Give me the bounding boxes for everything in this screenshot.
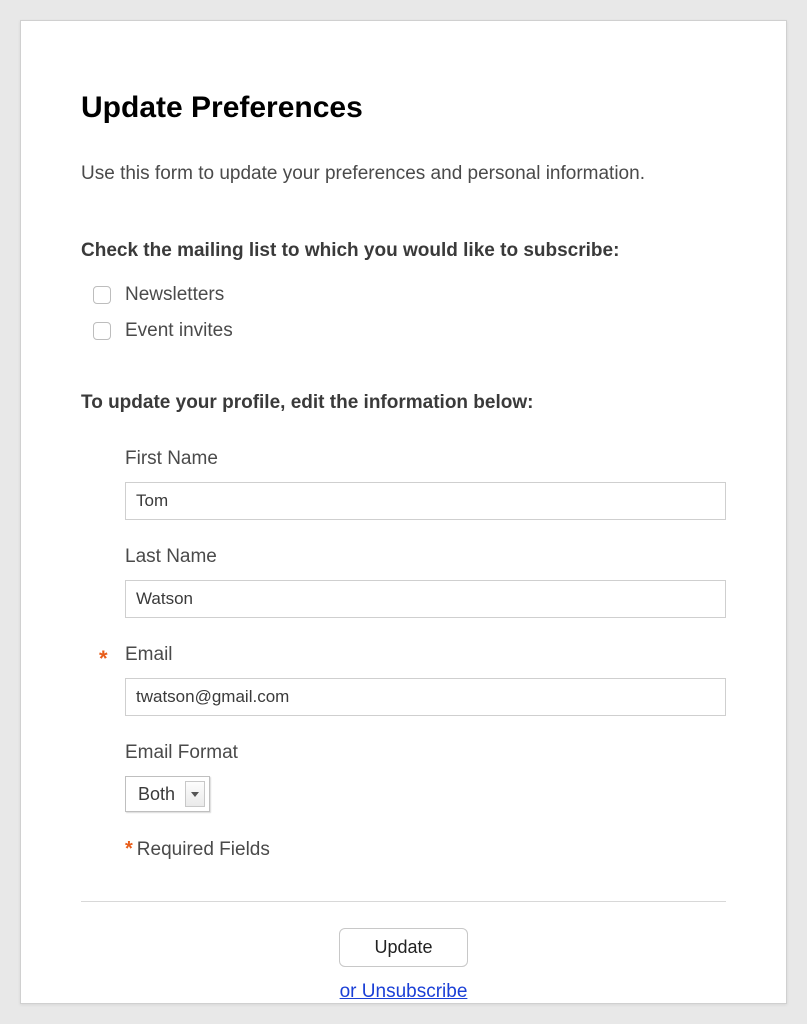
checkbox-newsletters[interactable] — [93, 286, 111, 304]
checkbox-event-invites[interactable] — [93, 322, 111, 340]
field-last-name: Last Name — [125, 546, 726, 618]
required-star-icon: * — [99, 646, 108, 672]
chevron-down-icon — [185, 781, 205, 807]
required-fields-text: Required Fields — [137, 839, 270, 860]
mailing-option-event-invites[interactable]: Event invites — [81, 320, 726, 342]
page-title: Update Preferences — [81, 91, 726, 125]
field-email: * Email — [125, 644, 726, 716]
preferences-card: Update Preferences Use this form to upda… — [20, 20, 787, 1004]
field-email-format: Email Format Both — [125, 742, 726, 812]
label-first-name: First Name — [125, 448, 726, 470]
label-email: Email — [125, 644, 726, 666]
mailing-section: Check the mailing list to which you woul… — [81, 240, 726, 342]
required-fields-note: *Required Fields — [125, 838, 726, 861]
mailing-option-newsletters[interactable]: Newsletters — [81, 284, 726, 306]
divider — [81, 901, 726, 902]
select-email-format-value: Both — [138, 784, 175, 805]
form-fields: First Name Last Name * Email Email Forma… — [81, 448, 726, 861]
checkbox-label-event-invites: Event invites — [125, 320, 233, 342]
mailing-heading: Check the mailing list to which you woul… — [81, 240, 726, 262]
profile-section: To update your profile, edit the informa… — [81, 392, 726, 861]
unsubscribe-link[interactable]: or Unsubscribe — [340, 981, 468, 1003]
intro-text: Use this form to update your preferences… — [81, 163, 726, 185]
input-first-name[interactable] — [125, 482, 726, 520]
input-email[interactable] — [125, 678, 726, 716]
required-star-icon: * — [125, 838, 133, 860]
profile-heading: To update your profile, edit the informa… — [81, 392, 726, 414]
input-last-name[interactable] — [125, 580, 726, 618]
update-button[interactable]: Update — [339, 928, 467, 967]
label-last-name: Last Name — [125, 546, 726, 568]
actions: Update or Unsubscribe — [81, 928, 726, 1003]
label-email-format: Email Format — [125, 742, 726, 764]
field-first-name: First Name — [125, 448, 726, 520]
checkbox-label-newsletters: Newsletters — [125, 284, 224, 306]
select-email-format[interactable]: Both — [125, 776, 210, 812]
